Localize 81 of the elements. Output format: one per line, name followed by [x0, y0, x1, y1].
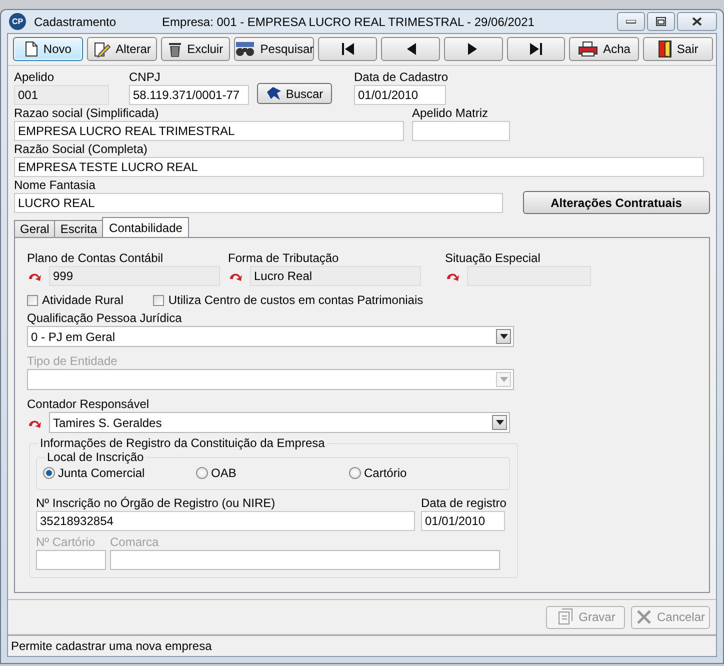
- toolbar-button[interactable]: [444, 37, 503, 61]
- field-label: Apelido: [14, 71, 56, 84]
- field-label: Nº Cartório: [36, 536, 96, 549]
- field-label: Razão Social (Completa): [14, 143, 148, 156]
- text-field[interactable]: 58.119.371/0001-77: [129, 85, 249, 105]
- radio-button[interactable]: [196, 467, 208, 479]
- page-icon: [24, 41, 38, 57]
- field-label: Data de registro: [421, 497, 505, 510]
- app-logo: CP: [9, 13, 26, 30]
- text-field[interactable]: 35218932854: [36, 511, 415, 531]
- field-label: Qualificação Pessoa Jurídica: [27, 312, 183, 325]
- search-button[interactable]: Buscar: [257, 83, 332, 104]
- field-label: Forma de Tributação: [228, 252, 340, 265]
- maximize-icon: [656, 17, 666, 26]
- minimize-icon: [626, 20, 636, 24]
- door-icon: [658, 40, 672, 58]
- tab[interactable]: Contabilidade: [102, 217, 190, 237]
- emblem-icon: [266, 86, 282, 101]
- text-field[interactable]: EMPRESA LUCRO REAL TRIMESTRAL: [14, 121, 404, 141]
- field-label: Plano de Contas Contábil: [27, 252, 164, 265]
- caret-icon[interactable]: [492, 415, 507, 430]
- x-icon: [636, 609, 652, 625]
- toolbar-button[interactable]: [506, 37, 566, 61]
- text-field[interactable]: 01/01/2010: [421, 511, 505, 531]
- checkbox-label: Atividade Rural: [42, 293, 124, 307]
- dropdown[interactable]: Tamires S. Geraldes: [49, 412, 510, 433]
- field-label: Razao social (Simplificada): [14, 107, 160, 120]
- text-field[interactable]: 001: [14, 85, 109, 105]
- field-label: Tipo de Entidade: [27, 355, 118, 368]
- text-field[interactable]: EMPRESA TESTE LUCRO REAL: [14, 157, 704, 177]
- field-label: Data de Cadastro: [354, 71, 446, 84]
- window-title: Cadastramento: [34, 14, 116, 28]
- checkbox-label: Utiliza Centro de custos em contas Patrimoniais: [168, 293, 424, 307]
- toolbar-button[interactable]: Alterar: [86, 37, 157, 61]
- save-icon: [556, 608, 574, 626]
- field-label: Comarca: [110, 536, 160, 549]
- checkbox[interactable]: [153, 294, 164, 306]
- field-label: Situação Especial: [445, 252, 542, 265]
- text-field[interactable]: 999: [49, 266, 220, 286]
- skip-start-icon: [340, 42, 355, 56]
- maximize-button[interactable]: [647, 12, 675, 31]
- close-button[interactable]: [677, 12, 717, 31]
- field-label: Nome Fantasia: [14, 179, 96, 192]
- toolbar-button[interactable]: Novo: [13, 37, 83, 61]
- field-label: CNPJ: [129, 71, 162, 84]
- triangle-left-icon: [404, 42, 417, 56]
- checkbox[interactable]: [27, 294, 38, 306]
- field-label: Contador Responsável: [27, 398, 150, 411]
- toolbar-button[interactable]: [381, 37, 440, 61]
- text-field[interactable]: LUCRO REAL: [14, 193, 503, 213]
- field-label: Apelido Matriz: [412, 107, 490, 120]
- toolbar-button[interactable]: [318, 37, 378, 61]
- field-label: Nº Inscrição no Órgão de Registro (ou NIRE): [36, 497, 276, 510]
- radio-label: Junta Comercial: [58, 466, 145, 480]
- toolbar-button[interactable]: Acha: [569, 37, 640, 61]
- edit-icon: [92, 40, 111, 58]
- printer-icon: [578, 41, 598, 57]
- binoculars-icon: [235, 41, 256, 57]
- radio-button[interactable]: [43, 467, 55, 479]
- minimize-button[interactable]: [617, 12, 645, 31]
- radio-label: Cartório: [364, 466, 407, 480]
- dropdown[interactable]: 0 - PJ em Geral: [27, 326, 514, 347]
- caret-icon[interactable]: [496, 329, 511, 344]
- toolbar-button[interactable]: Pesquisar: [234, 37, 314, 61]
- tab[interactable]: Geral: [14, 220, 56, 237]
- text-field[interactable]: 01/01/2010: [354, 85, 446, 105]
- toolbar-button[interactable]: Sair: [643, 37, 714, 61]
- tab[interactable]: Escrita: [54, 220, 104, 237]
- skip-end-icon: [529, 42, 543, 56]
- radio-label: OAB: [211, 466, 236, 480]
- group-title: Informações de Registro da Constituição da Empresa: [39, 436, 326, 450]
- text-field[interactable]: [412, 121, 510, 141]
- toolbar-button[interactable]: Excluir: [160, 37, 230, 61]
- window-subtitle: Empresa: 001 - EMPRESA LUCRO REAL TRIMESTRAL - 29/06/2021: [162, 14, 534, 28]
- group-title: Local de Inscrição: [46, 450, 145, 464]
- radio-button[interactable]: [349, 467, 361, 479]
- close-icon: [692, 17, 702, 26]
- contract-changes-button[interactable]: Alterações Contratuais: [522, 191, 710, 214]
- text-field[interactable]: Lucro Real: [250, 266, 421, 286]
- triangle-right-icon: [467, 42, 480, 56]
- trash-icon: [168, 40, 182, 58]
